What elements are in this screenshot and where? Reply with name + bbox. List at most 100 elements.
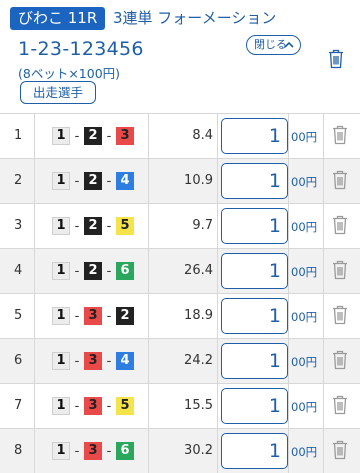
amount-unit: 00円 xyxy=(291,400,318,414)
row-number: 4 xyxy=(14,263,23,278)
third-boat: 3 xyxy=(116,127,134,145)
amount-input[interactable]: 1 xyxy=(221,253,288,289)
combination: 1 - 3 - 2 xyxy=(52,307,134,325)
combination-code: 1-23-123456 xyxy=(18,38,144,60)
bet-list: 1 1 - 2 - 3 8.4 1 00円 2 1 - 2 - 4 10.9 1… xyxy=(0,113,360,473)
second-boat: 2 xyxy=(84,217,102,235)
separator: - xyxy=(106,218,112,234)
amount-input[interactable]: 1 xyxy=(221,208,288,244)
row-number: 7 xyxy=(14,398,23,413)
separator: - xyxy=(106,353,112,369)
trash-icon[interactable] xyxy=(332,215,348,235)
amount-unit: 00円 xyxy=(291,265,318,279)
bet-row: 8 1 - 3 - 6 30.2 1 00円 xyxy=(0,429,360,473)
entry-list-button[interactable]: 出走選手 xyxy=(20,81,96,104)
trash-icon[interactable] xyxy=(332,395,348,415)
bet-header: びわこ 11R 3連単 フォーメーション 1-23-123456 (8ベット×1… xyxy=(0,0,360,112)
bet-row: 7 1 - 3 - 5 15.5 1 00円 xyxy=(0,384,360,429)
separator: - xyxy=(74,263,80,279)
third-boat: 6 xyxy=(116,262,134,280)
separator: - xyxy=(106,398,112,414)
first-boat: 1 xyxy=(52,442,70,460)
row-number: 1 xyxy=(14,128,23,143)
odds-value: 9.7 xyxy=(192,218,213,233)
separator: - xyxy=(74,308,80,324)
second-boat: 3 xyxy=(84,442,102,460)
bet-row: 2 1 - 2 - 4 10.9 1 00円 xyxy=(0,159,360,204)
first-boat: 1 xyxy=(52,397,70,415)
first-boat: 1 xyxy=(52,352,70,370)
third-boat: 4 xyxy=(116,172,134,190)
third-boat: 2 xyxy=(116,307,134,325)
amount-input[interactable]: 1 xyxy=(221,343,288,379)
odds-value: 26.4 xyxy=(184,263,213,278)
odds-value: 8.4 xyxy=(192,128,213,143)
amount-input[interactable]: 1 xyxy=(221,163,288,199)
bet-row: 1 1 - 2 - 3 8.4 1 00円 xyxy=(0,114,360,159)
amount-unit: 00円 xyxy=(291,310,318,324)
combination: 1 - 2 - 4 xyxy=(52,172,134,190)
second-boat: 2 xyxy=(84,262,102,280)
row-number: 5 xyxy=(14,308,23,323)
separator: - xyxy=(74,443,80,459)
second-boat: 2 xyxy=(84,172,102,190)
combination: 1 - 3 - 5 xyxy=(52,397,134,415)
separator: - xyxy=(74,218,80,234)
third-boat: 4 xyxy=(116,352,134,370)
bet-row: 4 1 - 2 - 6 26.4 1 00円 xyxy=(0,249,360,294)
first-boat: 1 xyxy=(52,172,70,190)
amount-unit: 00円 xyxy=(291,220,318,234)
row-number: 6 xyxy=(14,353,23,368)
odds-value: 15.5 xyxy=(184,398,213,413)
separator: - xyxy=(106,173,112,189)
bet-type-label: 3連単 フォーメーション xyxy=(113,9,277,27)
trash-icon[interactable] xyxy=(332,125,348,145)
trash-icon[interactable] xyxy=(332,305,348,325)
first-boat: 1 xyxy=(52,127,70,145)
amount-input[interactable]: 1 xyxy=(221,433,288,469)
odds-value: 30.2 xyxy=(184,443,213,458)
amount-input[interactable]: 1 xyxy=(221,298,288,334)
separator: - xyxy=(106,263,112,279)
combination: 1 - 2 - 5 xyxy=(52,217,134,235)
amount-unit: 00円 xyxy=(291,355,318,369)
combination: 1 - 3 - 4 xyxy=(52,352,134,370)
separator: - xyxy=(74,128,80,144)
amount-input[interactable]: 1 xyxy=(221,388,288,424)
second-boat: 2 xyxy=(84,127,102,145)
bet-summary: (8ベット×100円) xyxy=(18,66,121,81)
bet-row: 5 1 - 3 - 2 18.9 1 00円 xyxy=(0,294,360,339)
trash-icon[interactable] xyxy=(328,49,344,69)
race-badge: びわこ 11R xyxy=(10,7,106,30)
second-boat: 3 xyxy=(84,307,102,325)
first-boat: 1 xyxy=(52,217,70,235)
third-boat: 6 xyxy=(116,442,134,460)
separator: - xyxy=(106,443,112,459)
trash-icon[interactable] xyxy=(332,260,348,280)
amount-input[interactable]: 1 xyxy=(221,118,288,154)
trash-icon[interactable] xyxy=(332,170,348,190)
combination: 1 - 2 - 6 xyxy=(52,262,134,280)
odds-value: 24.2 xyxy=(184,353,213,368)
amount-unit: 00円 xyxy=(291,130,318,144)
trash-icon[interactable] xyxy=(332,350,348,370)
separator: - xyxy=(74,353,80,369)
third-boat: 5 xyxy=(116,217,134,235)
separator: - xyxy=(106,128,112,144)
collapse-button[interactable]: 閉じる xyxy=(246,35,301,55)
odds-value: 10.9 xyxy=(184,173,213,188)
separator: - xyxy=(74,173,80,189)
row-number: 8 xyxy=(14,443,23,458)
second-boat: 3 xyxy=(84,352,102,370)
combination: 1 - 3 - 6 xyxy=(52,442,134,460)
combination: 1 - 2 - 3 xyxy=(52,127,134,145)
row-number: 2 xyxy=(14,173,23,188)
third-boat: 5 xyxy=(116,397,134,415)
trash-icon[interactable] xyxy=(332,440,348,460)
chevron-up-icon xyxy=(284,41,294,48)
second-boat: 3 xyxy=(84,397,102,415)
amount-unit: 00円 xyxy=(291,175,318,189)
odds-value: 18.9 xyxy=(184,308,213,323)
separator: - xyxy=(74,398,80,414)
first-boat: 1 xyxy=(52,307,70,325)
